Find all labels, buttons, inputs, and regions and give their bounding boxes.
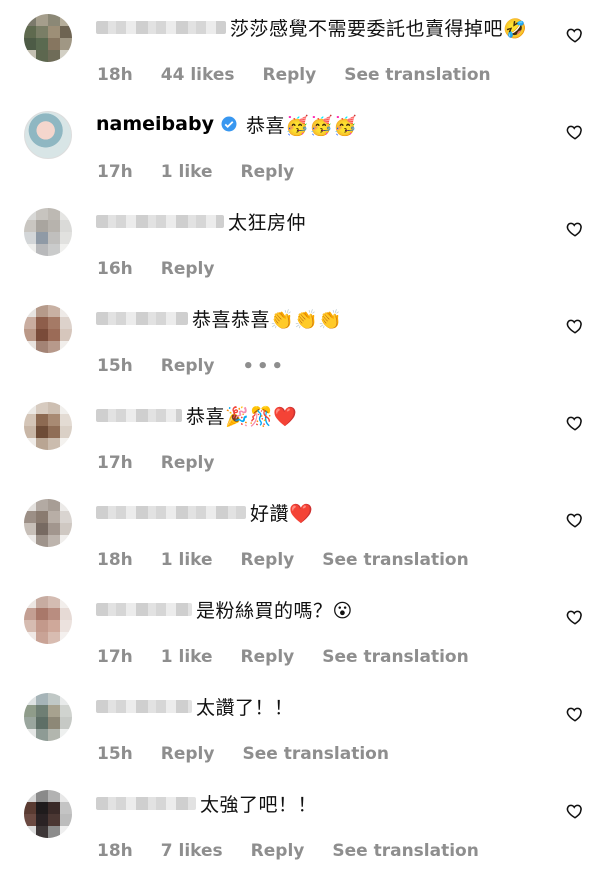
see-translation-link[interactable]: See translation	[344, 65, 490, 85]
comment-item: 太讚了！！ 15h Reply See translation	[0, 679, 600, 776]
likes-count[interactable]: 1 like	[161, 550, 213, 570]
see-translation-link[interactable]: See translation	[332, 841, 478, 861]
comment-item: nameibaby 恭喜🥳🥳🥳 17h 1 like Reply	[0, 97, 600, 194]
likes-count[interactable]: 7 likes	[161, 841, 223, 861]
comment-meta: 15h Reply •••	[97, 355, 314, 377]
comment-time: 18h	[97, 65, 133, 85]
avatar[interactable]	[24, 790, 72, 838]
avatar[interactable]	[24, 596, 72, 644]
comment-header: 是粉絲買的嗎？😮	[96, 594, 540, 624]
heart-outline-icon[interactable]	[566, 26, 584, 44]
likes-count[interactable]: 44 likes	[161, 65, 235, 85]
reply-button[interactable]: Reply	[241, 550, 295, 570]
comment-text: 太讚了！！	[196, 696, 294, 719]
see-translation-link[interactable]: See translation	[322, 550, 468, 570]
comment-text: 好讚❤️	[250, 502, 314, 525]
comment-time: 16h	[97, 259, 133, 279]
comment-meta: 17h 1 like Reply	[97, 161, 322, 183]
comment-header: 太狂房仲	[96, 206, 540, 236]
comment-meta: 17h Reply	[97, 452, 242, 474]
avatar[interactable]	[24, 111, 72, 159]
comment-item: 是粉絲買的嗎？😮 17h 1 like Reply See translatio…	[0, 582, 600, 679]
likes-count[interactable]: 1 like	[161, 647, 213, 667]
reply-button[interactable]: Reply	[241, 647, 295, 667]
comment-header: 好讚❤️	[96, 497, 540, 527]
comment-text: 恭喜🥳🥳🥳	[245, 114, 358, 137]
heart-outline-icon[interactable]	[566, 317, 584, 335]
comment-text: 太強了吧！！	[200, 793, 318, 816]
comment-item: 太強了吧！！ 18h 7 likes Reply See translation	[0, 776, 600, 873]
reply-button[interactable]: Reply	[251, 841, 305, 861]
reply-button[interactable]: Reply	[161, 356, 215, 376]
username-redacted[interactable]	[96, 214, 224, 228]
avatar[interactable]	[24, 14, 72, 62]
reply-button[interactable]: Reply	[161, 259, 215, 279]
comment-time: 17h	[97, 647, 133, 667]
username[interactable]: nameibaby	[96, 113, 214, 135]
see-translation-link[interactable]: See translation	[322, 647, 468, 667]
avatar[interactable]	[24, 499, 72, 547]
username-redacted[interactable]	[96, 602, 192, 616]
comment-time: 17h	[97, 453, 133, 473]
username-redacted[interactable]	[96, 311, 188, 325]
reply-button[interactable]: Reply	[161, 453, 215, 473]
avatar[interactable]	[24, 402, 72, 450]
verified-badge-icon	[221, 116, 237, 132]
avatar[interactable]	[24, 305, 72, 353]
comment-time: 18h	[97, 550, 133, 570]
comment-header: 太讚了！！	[96, 691, 540, 721]
username-redacted[interactable]	[96, 796, 196, 810]
username-redacted[interactable]	[96, 699, 192, 713]
comment-meta: 16h Reply	[97, 258, 242, 280]
reply-button[interactable]: Reply	[241, 162, 295, 182]
comment-text: 莎莎感覺不需要委託也賣得掉吧🤣	[230, 17, 528, 40]
username-redacted[interactable]	[96, 408, 182, 422]
comment-meta: 15h Reply See translation	[97, 743, 417, 765]
comment-item: 恭喜🎉🎊❤️ 17h Reply	[0, 388, 600, 485]
see-translation-link[interactable]: See translation	[242, 744, 388, 764]
comment-meta: 18h 1 like Reply See translation	[97, 549, 497, 571]
comment-time: 18h	[97, 841, 133, 861]
avatar[interactable]	[24, 208, 72, 256]
comment-meta: 18h 44 likes Reply See translation	[97, 64, 519, 86]
heart-outline-icon[interactable]	[566, 414, 584, 432]
comment-meta: 18h 7 likes Reply See translation	[97, 840, 507, 862]
comment-header: 太強了吧！！	[96, 788, 540, 818]
heart-outline-icon[interactable]	[566, 608, 584, 626]
comment-text: 恭喜恭喜👏👏👏	[192, 308, 343, 331]
comment-text: 太狂房仲	[228, 211, 307, 234]
reply-button[interactable]: Reply	[161, 744, 215, 764]
comment-time: 15h	[97, 356, 133, 376]
comment-time: 15h	[97, 744, 133, 764]
username-redacted[interactable]	[96, 20, 226, 34]
comment-header: 莎莎感覺不需要委託也賣得掉吧🤣	[96, 12, 540, 42]
comment-item: 太狂房仲 16h Reply	[0, 194, 600, 291]
comment-header: nameibaby 恭喜🥳🥳🥳	[96, 109, 540, 139]
comment-item: 好讚❤️ 18h 1 like Reply See translation	[0, 485, 600, 582]
comment-text: 是粉絲買的嗎？😮	[196, 599, 353, 622]
comment-header: 恭喜恭喜👏👏👏	[96, 303, 540, 333]
heart-outline-icon[interactable]	[566, 123, 584, 141]
username-redacted[interactable]	[96, 505, 246, 519]
comment-item: 恭喜恭喜👏👏👏 15h Reply •••	[0, 291, 600, 388]
reply-button[interactable]: Reply	[263, 65, 317, 85]
comment-item: 莎莎感覺不需要委託也賣得掉吧🤣 18h 44 likes Reply See t…	[0, 0, 600, 97]
likes-count[interactable]: 1 like	[161, 162, 213, 182]
heart-outline-icon[interactable]	[566, 220, 584, 238]
comment-text: 恭喜🎉🎊❤️	[186, 405, 298, 428]
comment-time: 17h	[97, 162, 133, 182]
comment-meta: 17h 1 like Reply See translation	[97, 646, 497, 668]
more-options-icon[interactable]: •••	[242, 356, 286, 377]
heart-outline-icon[interactable]	[566, 802, 584, 820]
heart-outline-icon[interactable]	[566, 705, 584, 723]
heart-outline-icon[interactable]	[566, 511, 584, 529]
avatar[interactable]	[24, 693, 72, 741]
comment-header: 恭喜🎉🎊❤️	[96, 400, 540, 430]
